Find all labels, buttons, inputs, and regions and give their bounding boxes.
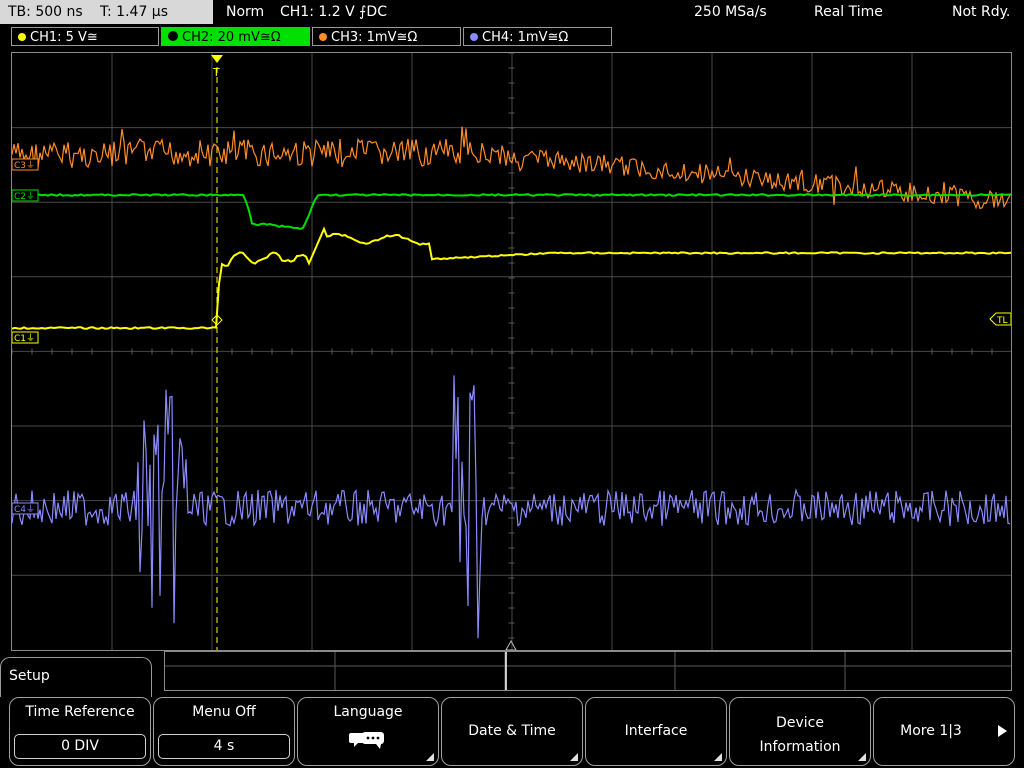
- time-reference-icon: [505, 639, 517, 650]
- graticule: [12, 53, 1011, 650]
- submenu-corner-icon: [714, 753, 722, 761]
- ch4-label: CH4: 1mV≅Ω: [482, 30, 569, 45]
- speech-bubbles-icon: [349, 732, 384, 749]
- date-time-button[interactable]: Date & Time: [441, 697, 583, 766]
- channel-tab-ch3[interactable]: CH3: 1mV≅Ω: [312, 27, 461, 46]
- trigger-mode[interactable]: Norm: [226, 0, 264, 24]
- ch1-label: CH1: 5 V≅: [30, 30, 98, 45]
- menu-off-label: Menu Off: [192, 704, 256, 720]
- svg-text:C1⏚: C1⏚: [14, 333, 35, 344]
- ch3-label: CH3: 1mV≅Ω: [331, 30, 418, 45]
- menu-title: Setup: [9, 668, 50, 684]
- interface-label: Interface: [624, 723, 688, 739]
- trigger-marker-icon: [211, 55, 223, 63]
- more-label: More 1|3: [900, 723, 962, 739]
- ch4-dot-icon: [470, 33, 478, 41]
- ch4-ground-marker[interactable]: C4⏚: [12, 502, 39, 515]
- svg-text:C3⏚: C3⏚: [14, 160, 35, 171]
- acquisition-state: Not Rdy.: [952, 4, 1011, 20]
- time-reference-label: Time Reference: [25, 704, 135, 720]
- submenu-corner-icon: [426, 753, 434, 761]
- channel-tab-ch2[interactable]: CH2: 20 mV≅Ω: [161, 27, 310, 46]
- ch3-dot-icon: [319, 33, 327, 41]
- time-reference-value: 0 DIV: [14, 734, 146, 759]
- time-reference-button[interactable]: Time Reference 0 DIV: [9, 697, 151, 766]
- more-button[interactable]: More 1|3: [873, 697, 1015, 766]
- trigger-level-marker[interactable]: TL: [989, 312, 1011, 326]
- right-arrow-icon: [998, 725, 1007, 737]
- language-label: Language: [333, 704, 403, 720]
- submenu-corner-icon: [858, 753, 866, 761]
- acquisition-mode: Real Time: [814, 4, 883, 20]
- time-overview-strip: [164, 651, 1012, 691]
- device-information-button[interactable]: Device Information: [729, 697, 871, 766]
- ch2-label: CH2: 20 mV≅Ω: [182, 30, 281, 45]
- interface-button[interactable]: Interface: [585, 697, 727, 766]
- menu-title-tab: Setup: [0, 657, 152, 697]
- menu-off-button[interactable]: Menu Off 4 s: [153, 697, 295, 766]
- submenu-corner-icon: [570, 753, 578, 761]
- svg-text:C2⏚: C2⏚: [14, 191, 35, 202]
- timebase-box[interactable]: TB: 500 ns T: 1.47 µs: [0, 0, 213, 24]
- overview-grid: [165, 652, 1011, 690]
- timebase-label: TB: 500 ns: [8, 4, 83, 20]
- channel-tab-ch1[interactable]: CH1: 5 V≅: [11, 27, 159, 46]
- waveform-display[interactable]: T C3⏚ C2⏚ C1⏚ C4⏚ TL: [11, 52, 1012, 651]
- channel-tabs: CH1: 5 V≅ CH2: 20 mV≅Ω CH3: 1mV≅Ω CH4: 1…: [0, 26, 1024, 48]
- ch2-dot-icon: [168, 31, 178, 41]
- ch1-dot-icon: [18, 33, 26, 41]
- ch2-ground-marker[interactable]: C2⏚: [12, 189, 39, 202]
- ch3-ground-marker[interactable]: C3⏚: [12, 158, 39, 171]
- trigger-time-label: T: 1.47 µs: [100, 4, 169, 20]
- trigger-source[interactable]: CH1: 1.2 V ⨍DC: [280, 0, 387, 24]
- ch1-ground-marker[interactable]: C1⏚: [12, 331, 39, 344]
- channel-tab-ch4[interactable]: CH4: 1mV≅Ω: [463, 27, 612, 46]
- svg-text:TL: TL: [996, 316, 1008, 326]
- date-time-label: Date & Time: [468, 723, 556, 739]
- device-information-label: Device Information: [759, 715, 841, 755]
- trigger-position-marker[interactable]: T: [211, 55, 223, 79]
- waveform-canvas: T C3⏚ C2⏚ C1⏚ C4⏚ TL: [12, 53, 1011, 650]
- language-button[interactable]: Language: [297, 697, 439, 766]
- status-bar: TB: 500 ns T: 1.47 µs Norm CH1: 1.2 V ⨍D…: [0, 0, 1024, 24]
- svg-text:C4⏚: C4⏚: [14, 504, 35, 515]
- menu-off-value: 4 s: [158, 734, 290, 759]
- ch4-trace: [12, 375, 1011, 639]
- sample-rate: 250 MSa/s: [694, 4, 767, 20]
- trigger-marker-label: T: [212, 66, 220, 79]
